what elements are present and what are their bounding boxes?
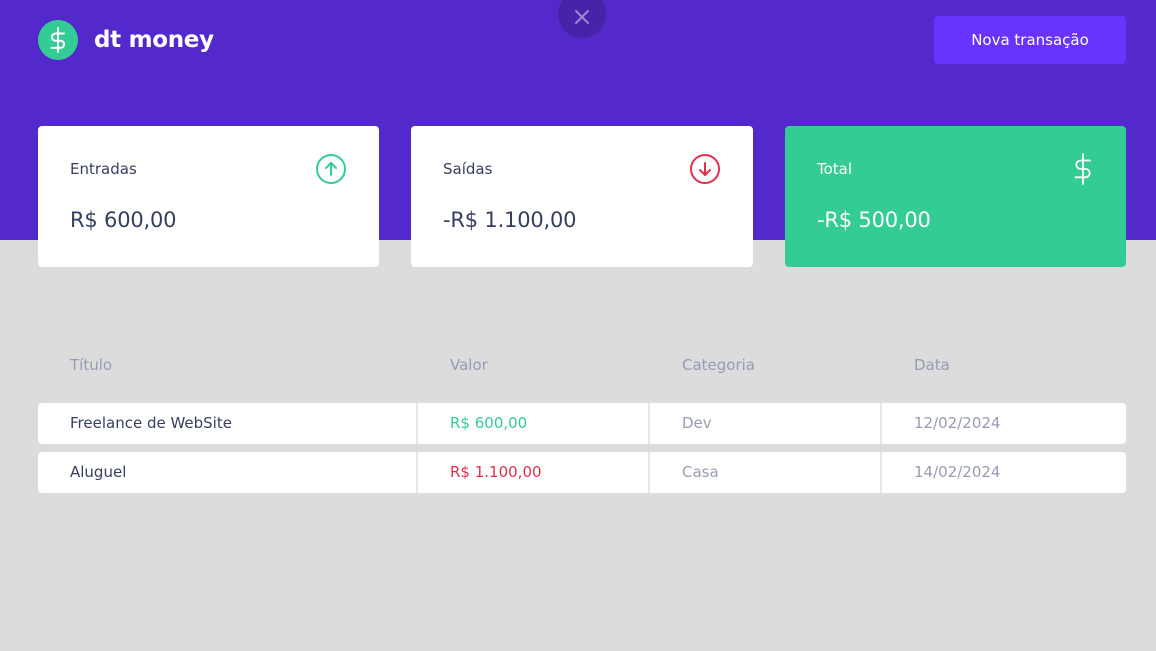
outcome-label: Saídas [443, 160, 493, 178]
column-category: Categoria [682, 356, 756, 374]
close-icon [575, 10, 589, 24]
close-button[interactable] [558, 0, 606, 38]
row-amount: R$ 600,00 [450, 414, 528, 432]
dollar-sign-icon [1074, 153, 1091, 185]
arrow-up-circle-icon [316, 154, 346, 184]
column-title: Título [70, 356, 113, 374]
cell-divider [648, 403, 650, 444]
new-transaction-button[interactable]: Nova transação [934, 16, 1126, 64]
arrow-down-circle-icon [690, 154, 720, 184]
table-row: Freelance de WebSite R$ 600,00 Dev 12/02… [38, 403, 1126, 444]
row-category: Dev [682, 414, 712, 432]
dollar-sign-icon [38, 20, 78, 60]
income-label: Entradas [70, 160, 137, 178]
outcome-card: Saídas -R$ 1.100,00 [411, 126, 753, 267]
row-title: Aluguel [70, 463, 127, 481]
logo: dt money [38, 20, 214, 60]
app-name: dt money [94, 27, 214, 53]
total-card: Total -R$ 500,00 [785, 126, 1126, 267]
total-value: -R$ 500,00 [817, 208, 931, 232]
row-date: 12/02/2024 [914, 414, 1001, 432]
outcome-value: -R$ 1.100,00 [443, 208, 577, 232]
cell-divider [880, 403, 882, 444]
income-card: Entradas R$ 600,00 [38, 126, 379, 267]
row-title: Freelance de WebSite [70, 414, 232, 432]
income-value: R$ 600,00 [70, 208, 177, 232]
column-amount: Valor [450, 356, 488, 374]
table-header: Título Valor Categoria Data [38, 356, 1126, 378]
row-category: Casa [682, 463, 719, 481]
cell-divider [880, 452, 882, 493]
total-label: Total [817, 160, 853, 178]
cell-divider [416, 452, 418, 493]
cell-divider [648, 452, 650, 493]
table-row: Aluguel R$ 1.100,00 Casa 14/02/2024 [38, 452, 1126, 493]
row-date: 14/02/2024 [914, 463, 1001, 481]
column-date: Data [914, 356, 950, 374]
cell-divider [416, 403, 418, 444]
row-amount: R$ 1.100,00 [450, 463, 542, 481]
